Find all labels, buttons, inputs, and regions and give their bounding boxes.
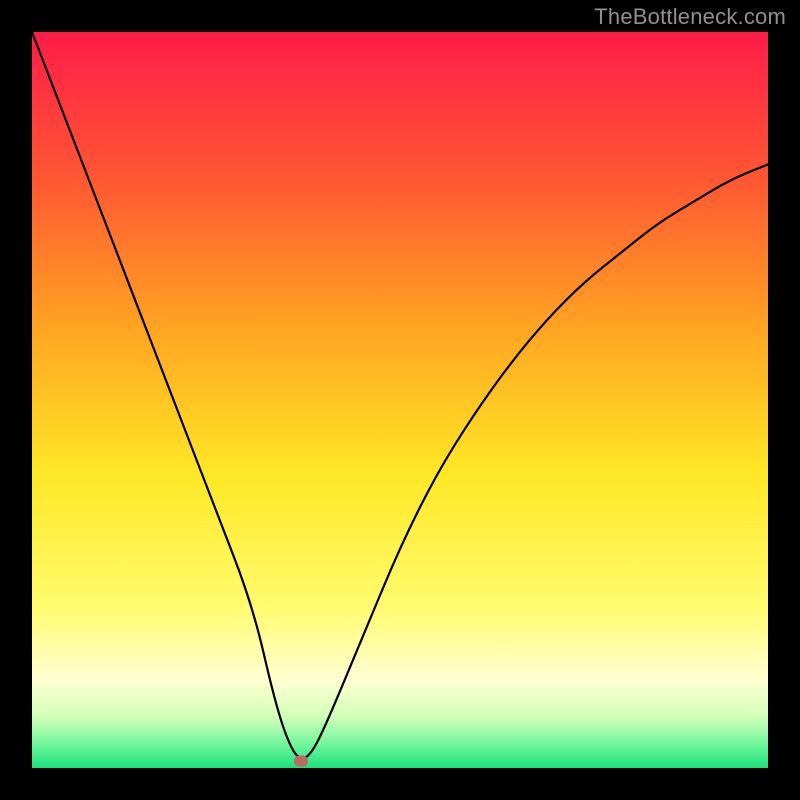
gradient-background <box>32 32 768 768</box>
minimum-marker <box>294 755 308 766</box>
chart-frame: TheBottleneck.com <box>0 0 800 800</box>
watermark-text: TheBottleneck.com <box>594 4 786 30</box>
chart-svg <box>32 32 768 768</box>
plot-area <box>32 32 768 768</box>
